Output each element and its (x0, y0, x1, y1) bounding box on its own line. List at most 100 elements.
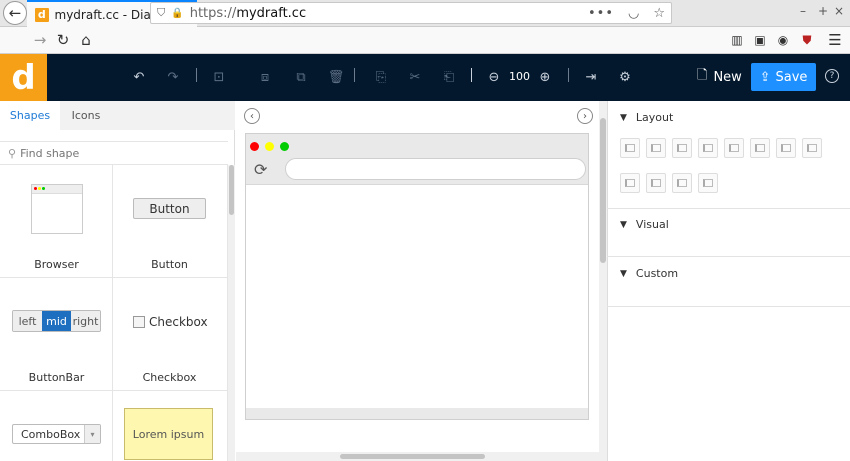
shape-item-browser[interactable]: Browser (0, 165, 113, 278)
minimize-dot (265, 142, 274, 151)
section-title: Visual (635, 218, 669, 231)
section-divider (607, 256, 850, 257)
cut-icon[interactable]: ✂ (408, 69, 422, 85)
bring-to-front-icon[interactable] (646, 173, 666, 193)
tab-icons[interactable]: Icons (60, 101, 112, 130)
combobox-preview: ComboBox ▾ (12, 424, 101, 444)
delete-icon[interactable]: 🗑 (328, 69, 345, 85)
distribute-v-icon[interactable] (802, 138, 822, 158)
export-icon[interactable]: ⇥ (584, 69, 598, 85)
toolbar-separator (354, 68, 355, 82)
ungroup-icon[interactable]: ⧉ (294, 69, 308, 85)
tab-shapes[interactable]: Shapes (0, 101, 60, 130)
distribute-h-icon[interactable] (776, 138, 796, 158)
chevron-down-icon: ▼ (620, 219, 627, 230)
align-center-h-icon[interactable] (646, 138, 666, 158)
toolbar-separator (196, 68, 197, 82)
maximize-dot (280, 142, 289, 151)
checkbox-icon (133, 316, 145, 328)
browser-preview (31, 184, 83, 234)
align-top-icon[interactable] (698, 138, 718, 158)
shapes-scrollbar-thumb[interactable] (229, 165, 234, 215)
bookmark-star-icon[interactable]: ☆ (653, 6, 665, 21)
shape-item-comment[interactable]: Lorem ipsum (113, 391, 228, 461)
shape-item-combobox[interactable]: ComboBox ▾ (0, 391, 113, 461)
maximize-button[interactable]: + (818, 4, 828, 18)
menu-icon[interactable]: ☰ (824, 29, 846, 51)
pocket-icon[interactable]: ◡ (628, 6, 639, 21)
chevron-right-icon[interactable]: › (577, 108, 593, 124)
app-logo: d (0, 54, 47, 101)
button-preview: Button (133, 198, 206, 219)
ublock-icon[interactable]: ⛊ (796, 29, 818, 51)
shape-item-buttonbar[interactable]: left mid right ButtonBar (0, 278, 113, 391)
favicon-icon: d (35, 7, 49, 22)
shape-item-checkbox[interactable]: Checkbox Checkbox (113, 278, 228, 391)
chevron-left-icon[interactable]: ‹ (244, 108, 260, 124)
reload-icon[interactable]: ↻ (52, 29, 74, 51)
section-title: Layout (635, 111, 674, 124)
paste-icon[interactable]: ⎗ (442, 69, 456, 85)
toolbar-separator (568, 68, 569, 82)
shield-icon: ⛉ (157, 6, 166, 19)
forward-arrow-icon[interactable]: → (29, 29, 51, 51)
shape-item-button[interactable]: Button Button (113, 165, 228, 278)
shape-search[interactable]: ⚲ (0, 141, 228, 165)
comment-preview: Lorem ipsum (124, 408, 213, 460)
shape-name: Checkbox (142, 371, 197, 384)
shape-name: Browser (34, 258, 79, 271)
lock-shape-icon[interactable]: ⊡ (212, 69, 226, 85)
bring-forward-icon[interactable] (620, 173, 640, 193)
zoom-level: 100 (509, 70, 530, 83)
send-to-back-icon[interactable] (698, 173, 718, 193)
zoom-out-icon[interactable]: ⊖ (487, 69, 501, 85)
align-middle-icon[interactable] (724, 138, 744, 158)
buttonbar-preview: left mid right (12, 310, 101, 332)
chevron-down-icon: ▼ (620, 112, 627, 123)
undo-icon[interactable]: ↶ (132, 69, 146, 85)
sync-account-icon[interactable]: ◉ (772, 29, 794, 51)
page-actions-icon[interactable]: ••• (588, 6, 614, 21)
align-bottom-icon[interactable] (750, 138, 770, 158)
zoom-in-icon[interactable]: ⊕ (538, 69, 552, 85)
section-custom[interactable]: ▼ Custom (620, 267, 678, 280)
back-arrow-icon[interactable]: ← (3, 1, 27, 25)
align-right-icon[interactable] (672, 138, 692, 158)
search-input[interactable] (20, 146, 201, 160)
tab-bar-filler (112, 101, 235, 130)
shape-name: ButtonBar (28, 371, 85, 384)
close-dot (250, 142, 259, 151)
url-bar[interactable]: ⛉ 🔒 https://mydraft.cc ••• ◡ ☆ (150, 2, 672, 24)
home-icon[interactable]: ⌂ (75, 29, 97, 51)
url-protocol: https:// (189, 5, 237, 21)
library-icon[interactable]: ▥ (726, 29, 748, 51)
dropdown-arrow-icon: ▾ (84, 425, 100, 443)
shape-name: Button (151, 258, 188, 271)
toolbar-separator (471, 68, 472, 82)
chevron-down-icon: ▼ (620, 268, 627, 279)
section-visual[interactable]: ▼ Visual (620, 218, 669, 231)
canvas-vscrollbar-thumb[interactable] (600, 118, 606, 263)
close-window-button[interactable]: × (834, 4, 844, 18)
canvas-hscrollbar-thumb[interactable] (340, 454, 485, 459)
section-layout[interactable]: ▼ Layout (620, 111, 673, 124)
new-button[interactable]: 🗋 New (697, 63, 742, 91)
copy-icon[interactable]: ⎘ (374, 69, 388, 85)
refresh-icon: ⟳ (254, 160, 268, 179)
browser-nav-bar (0, 27, 850, 54)
new-button-label: New (713, 69, 742, 85)
align-left-icon[interactable] (620, 138, 640, 158)
save-button[interactable]: ⇪ Save (751, 63, 816, 91)
save-button-label: Save (775, 69, 808, 85)
canvas-url-field (285, 158, 586, 180)
minimize-button[interactable]: – (800, 4, 806, 18)
settings-gear-icon[interactable]: ⚙ (618, 69, 632, 85)
help-icon[interactable]: ? (825, 69, 839, 83)
search-icon: ⚲ (8, 146, 17, 160)
redo-icon[interactable]: ↷ (166, 69, 180, 85)
group-icon[interactable]: ⧈ (258, 69, 272, 85)
checkbox-preview: Checkbox (133, 315, 208, 329)
section-divider (607, 208, 850, 209)
send-backward-icon[interactable] (672, 173, 692, 193)
sidebar-icon[interactable]: ▣ (749, 29, 771, 51)
